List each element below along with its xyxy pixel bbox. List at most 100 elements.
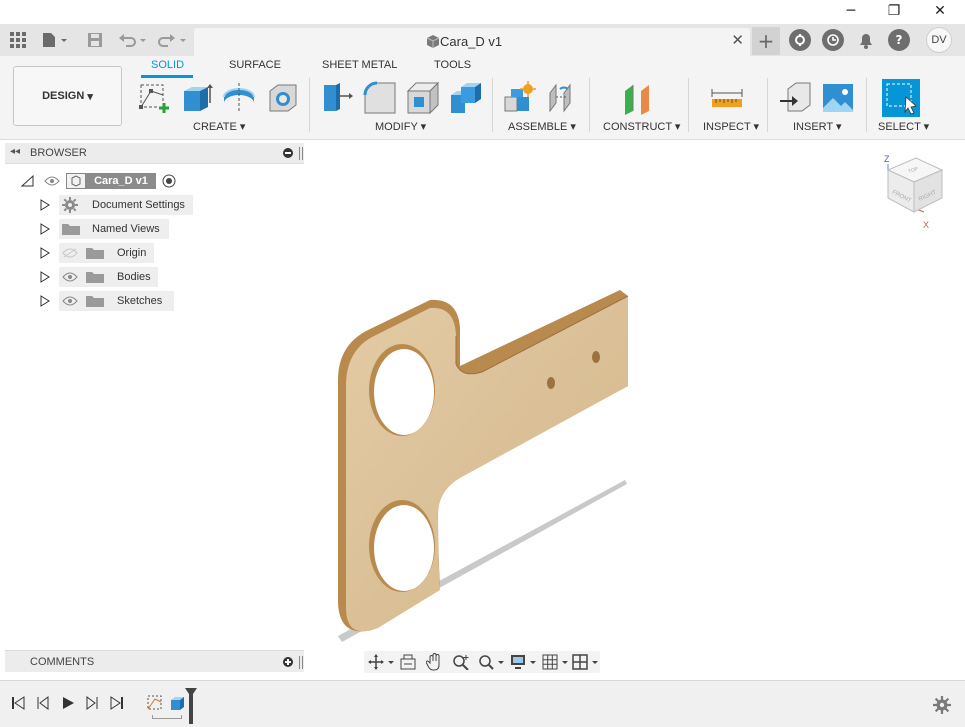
insert-menu[interactable]: INSERT ▾ <box>793 120 842 133</box>
fillet-button[interactable] <box>363 81 397 115</box>
eye-icon[interactable] <box>62 272 78 282</box>
document-tab[interactable]: Cara_D v1 ✕ <box>194 28 750 56</box>
inspect-menu[interactable]: INSPECT ▾ <box>703 120 759 133</box>
eye-hidden-icon[interactable] <box>62 248 78 258</box>
redo-icon <box>158 34 186 47</box>
user-initials: DV <box>931 34 947 46</box>
browser-root-label[interactable]: Cara_D v1 <box>86 173 156 189</box>
viewports-icon[interactable] <box>572 654 598 670</box>
expand-arrow-icon[interactable] <box>40 247 50 259</box>
assemble-menu[interactable]: ASSEMBLE ▾ <box>508 120 576 133</box>
tree-item-document-settings[interactable]: Document Settings <box>0 195 300 215</box>
viewcube[interactable]: Z X TOP FRONT RIGHT <box>878 152 948 232</box>
look-at-icon[interactable] <box>400 654 416 670</box>
go-to-start-button[interactable] <box>9 694 27 712</box>
redo-button[interactable] <box>158 28 188 52</box>
tree-item-named-views[interactable]: Named Views <box>0 219 300 239</box>
revolve-button[interactable] <box>222 81 256 115</box>
select-button[interactable] <box>882 79 920 117</box>
help-button[interactable]: ? <box>888 29 910 51</box>
panel-grip-icon[interactable] <box>299 656 303 669</box>
close-tab-button[interactable]: ✕ <box>731 31 744 49</box>
folder-icon <box>62 224 80 235</box>
tree-item-origin[interactable]: Origin <box>0 243 300 263</box>
activate-radio-icon[interactable] <box>162 174 176 188</box>
shell-button[interactable] <box>406 81 440 115</box>
3d-viewport[interactable] <box>305 141 965 679</box>
tab-surface[interactable]: SURFACE <box>229 59 281 71</box>
hole-upper-opening <box>374 349 434 435</box>
job-status-button[interactable] <box>822 29 844 51</box>
display-settings-icon[interactable] <box>510 654 536 670</box>
comments-title: COMMENTS <box>30 656 95 668</box>
construct-menu[interactable]: CONSTRUCT ▾ <box>603 120 680 133</box>
separator <box>309 78 310 132</box>
select-menu[interactable]: SELECT ▾ <box>878 120 929 133</box>
file-menu-button[interactable] <box>40 28 70 52</box>
go-to-end-button[interactable] <box>108 694 126 712</box>
press-pull-button[interactable] <box>320 81 354 115</box>
panel-grip-icon[interactable] <box>299 147 303 160</box>
create-sketch-button[interactable] <box>137 81 171 115</box>
play-button[interactable] <box>59 694 77 712</box>
separator <box>767 78 768 132</box>
collapse-panel-icon[interactable]: ◂◂ <box>10 146 20 157</box>
save-button[interactable] <box>86 28 104 52</box>
expand-arrow-icon[interactable] <box>40 271 50 283</box>
minus-icon[interactable] <box>283 148 293 158</box>
expand-arrow-icon[interactable] <box>40 295 50 307</box>
extrude-button[interactable] <box>180 81 214 115</box>
chevron-down-icon: ▾ <box>753 121 760 133</box>
close-window-button[interactable]: ✕ <box>918 0 962 22</box>
maximize-icon: ❐ <box>887 3 901 19</box>
eye-icon[interactable] <box>44 176 60 186</box>
expand-arrow-icon[interactable] <box>40 199 50 211</box>
tab-tools[interactable]: TOOLS <box>434 59 471 71</box>
tree-item-label: Sketches <box>117 295 163 307</box>
zoom-icon[interactable] <box>452 654 470 670</box>
tab-sheet-metal[interactable]: SHEET METAL <box>322 59 397 71</box>
select-icon <box>886 83 917 115</box>
create-label: CREATE <box>193 121 237 133</box>
chevron-down-icon: ▾ <box>674 121 681 133</box>
tree-item-bodies[interactable]: Bodies <box>0 267 300 287</box>
timeline-sketch-feature-icon[interactable] <box>146 694 164 712</box>
gear-icon[interactable] <box>933 696 951 714</box>
pan-icon[interactable] <box>426 653 442 671</box>
combine-button[interactable] <box>449 81 483 115</box>
notifications-button[interactable] <box>856 30 876 50</box>
step-forward-button[interactable] <box>83 694 101 712</box>
new-component-button[interactable] <box>503 81 537 115</box>
plus-icon[interactable] <box>283 657 293 667</box>
insert-derive-button[interactable] <box>778 81 812 115</box>
fit-zoom-icon[interactable] <box>478 654 504 670</box>
expand-arrow-icon[interactable] <box>40 223 50 235</box>
workspace-switcher[interactable]: DESIGN ▾ <box>13 66 122 126</box>
new-tab-button[interactable]: + <box>752 27 780 55</box>
tree-item-sketches[interactable]: Sketches <box>0 291 300 311</box>
step-back-icon <box>37 696 49 710</box>
hole-button[interactable] <box>266 81 300 115</box>
tab-solid[interactable]: SOLID <box>151 59 184 71</box>
undo-button[interactable] <box>118 28 148 52</box>
step-back-button[interactable] <box>34 694 52 712</box>
press-pull-icon <box>324 83 353 111</box>
orbit-icon[interactable] <box>368 654 394 670</box>
insert-canvas-button[interactable] <box>821 81 855 115</box>
assemble-label: ASSEMBLE <box>508 121 568 133</box>
user-avatar[interactable]: DV <box>926 27 952 53</box>
apps-grid-icon[interactable] <box>8 28 28 52</box>
measure-button[interactable] <box>710 81 744 115</box>
inspect-label: INSPECT <box>703 121 751 133</box>
grid-settings-icon[interactable] <box>542 654 568 670</box>
maximize-button[interactable]: ❐ <box>872 0 916 22</box>
minimize-button[interactable]: ─ <box>829 0 873 22</box>
create-menu[interactable]: CREATE ▾ <box>193 120 245 133</box>
expanded-triangle-icon[interactable] <box>20 175 34 187</box>
timeline-marker-icon[interactable] <box>184 687 198 725</box>
modify-menu[interactable]: MODIFY ▾ <box>375 120 426 133</box>
extensions-button[interactable] <box>789 29 811 51</box>
offset-plane-button[interactable] <box>621 81 655 115</box>
eye-icon[interactable] <box>62 296 78 306</box>
joint-button[interactable] <box>546 81 580 115</box>
